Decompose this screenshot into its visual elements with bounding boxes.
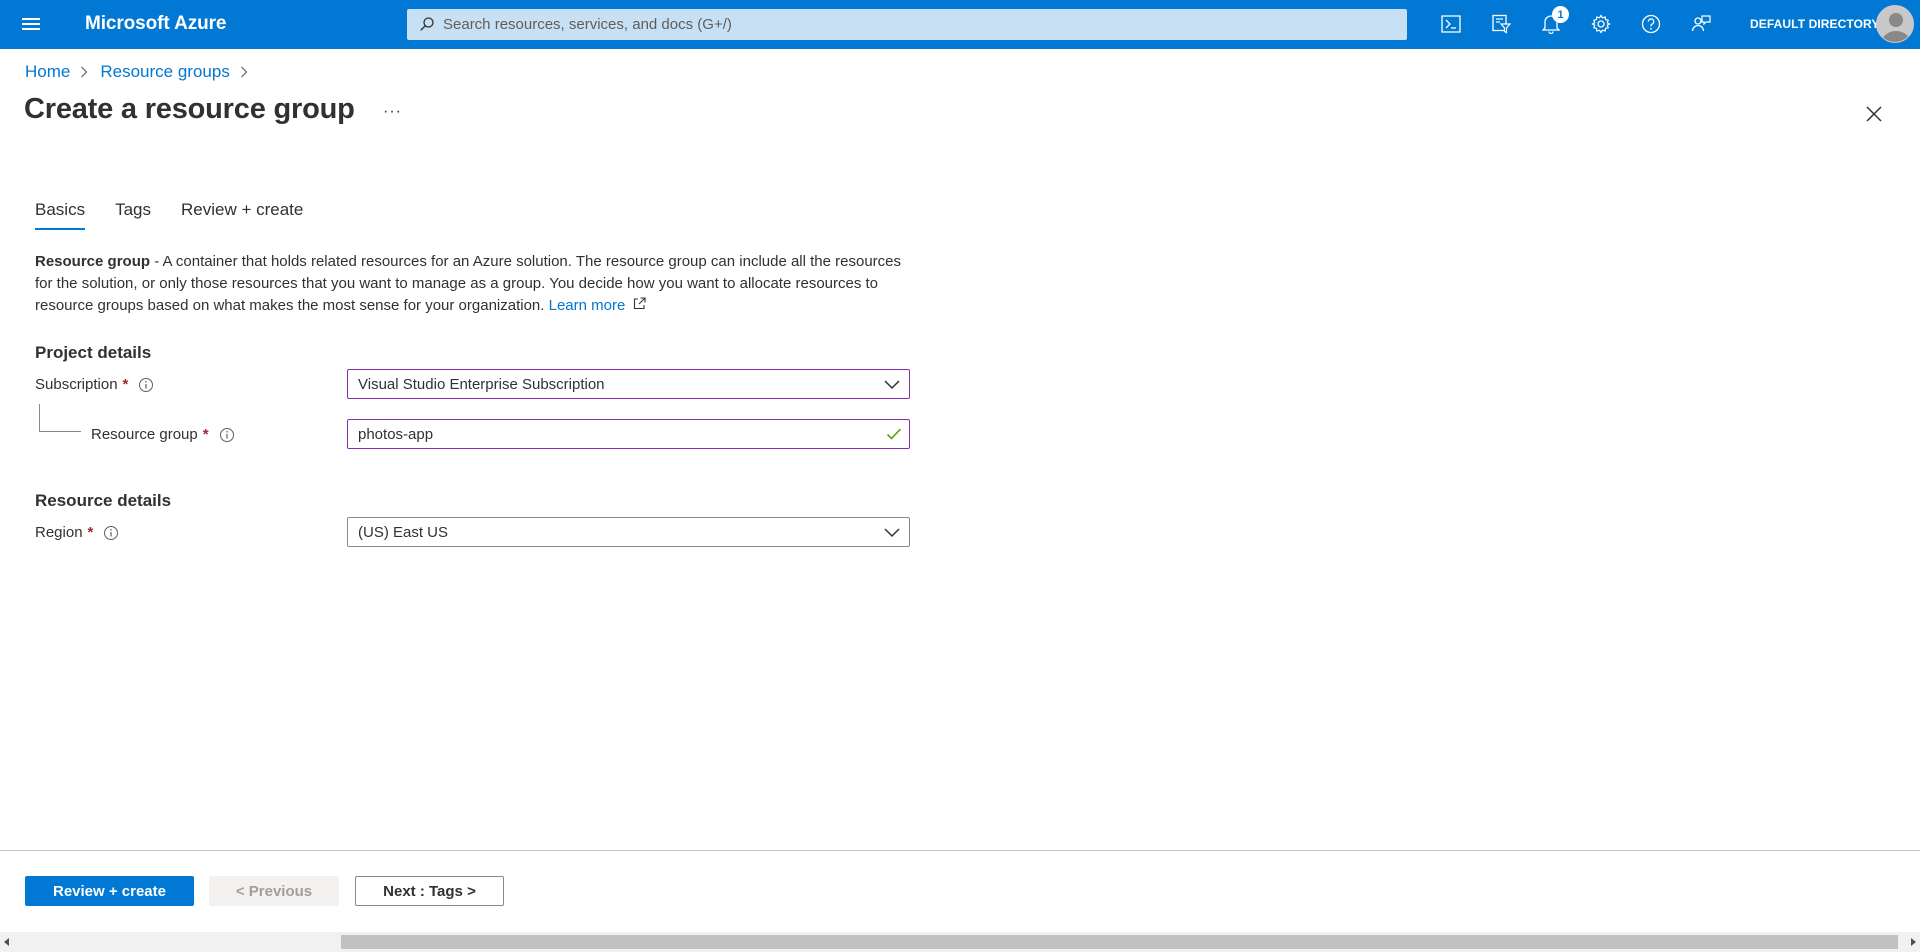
- wizard-tabs: Basics Tags Review + create: [35, 200, 333, 230]
- resource-group-value: photos-app: [358, 425, 434, 443]
- breadcrumb-home[interactable]: Home: [25, 62, 70, 82]
- region-label-text: Region: [35, 524, 83, 541]
- brand-title[interactable]: Microsoft Azure: [85, 13, 226, 35]
- region-value: (US) East US: [358, 523, 449, 541]
- account-directory-label[interactable]: DEFAULT DIRECTORY: [1750, 17, 1879, 31]
- tab-basics[interactable]: Basics: [35, 200, 86, 230]
- cloud-shell-button[interactable]: [1434, 8, 1468, 40]
- more-options-button[interactable]: ···: [383, 103, 402, 121]
- top-navigation-bar: Microsoft Azure 1: [0, 0, 1920, 49]
- resource-group-input[interactable]: photos-app: [347, 419, 910, 449]
- previous-button: < Previous: [209, 876, 339, 906]
- subscription-dropdown[interactable]: Visual Studio Enterprise Subscription: [347, 369, 910, 399]
- avatar[interactable]: [1876, 5, 1914, 43]
- tab-tags[interactable]: Tags: [115, 200, 151, 230]
- close-icon: [1866, 106, 1882, 122]
- resource-group-label-text: Resource group: [91, 426, 198, 443]
- directory-filter-button[interactable]: [1484, 8, 1518, 40]
- checkmark-icon: [886, 428, 902, 440]
- scroll-right-icon[interactable]: [1911, 938, 1916, 946]
- chevron-right-icon: [80, 66, 88, 78]
- tab-review-create[interactable]: Review + create: [181, 200, 303, 230]
- learn-more-link[interactable]: Learn more: [549, 297, 646, 314]
- close-button[interactable]: [1863, 103, 1885, 125]
- info-icon[interactable]: [219, 427, 235, 443]
- info-icon[interactable]: [138, 377, 154, 393]
- subscription-label: Subscription *: [35, 376, 154, 393]
- notification-count-badge: 1: [1552, 6, 1569, 23]
- review-create-button[interactable]: Review + create: [25, 876, 194, 906]
- info-icon[interactable]: [103, 525, 119, 541]
- help-icon: [1641, 14, 1661, 34]
- help-button[interactable]: [1634, 8, 1668, 40]
- global-search[interactable]: [407, 9, 1407, 40]
- cloud-shell-icon: [1441, 15, 1461, 33]
- required-asterisk: *: [202, 426, 209, 443]
- breadcrumb-resource-groups[interactable]: Resource groups: [100, 62, 229, 82]
- menu-icon[interactable]: [18, 12, 44, 36]
- user-avatar-icon: [1877, 6, 1913, 42]
- footer-divider: [0, 850, 1920, 851]
- breadcrumb: Home Resource groups: [25, 62, 260, 82]
- region-label: Region *: [35, 524, 119, 541]
- horizontal-scrollbar[interactable]: [0, 932, 1920, 952]
- search-icon: [420, 17, 434, 31]
- feedback-button[interactable]: [1684, 8, 1718, 40]
- learn-more-label: Learn more: [548, 297, 626, 314]
- resource-group-label: Resource group *: [91, 426, 235, 443]
- next-tags-button[interactable]: Next : Tags >: [355, 876, 504, 906]
- scrollbar-thumb[interactable]: [341, 935, 1898, 949]
- resource-group-description: Resource group - A container that holds …: [35, 251, 915, 317]
- hierarchy-connector: [39, 404, 81, 432]
- notifications-button[interactable]: 1: [1534, 6, 1569, 40]
- search-input[interactable]: [443, 9, 1393, 40]
- required-asterisk: *: [87, 524, 94, 541]
- description-term: Resource group: [35, 253, 151, 270]
- settings-icon: [1591, 14, 1611, 34]
- feedback-icon: [1691, 15, 1711, 32]
- settings-button[interactable]: [1584, 8, 1618, 40]
- page-title: Create a resource group: [24, 93, 355, 125]
- directory-filter-icon: [1492, 14, 1511, 34]
- subscription-value: Visual Studio Enterprise Subscription: [358, 375, 605, 393]
- description-text: - A container that holds related resourc…: [35, 253, 902, 314]
- project-details-heading: Project details: [35, 343, 152, 362]
- external-link-icon: [633, 297, 646, 310]
- subscription-label-text: Subscription: [35, 376, 118, 393]
- chevron-right-icon: [240, 66, 248, 78]
- chevron-down-icon: [884, 380, 900, 390]
- required-asterisk: *: [122, 376, 129, 393]
- chevron-down-icon: [884, 528, 900, 538]
- scroll-left-icon[interactable]: [4, 938, 9, 946]
- resource-details-heading: Resource details: [35, 491, 172, 510]
- region-dropdown[interactable]: (US) East US: [347, 517, 910, 547]
